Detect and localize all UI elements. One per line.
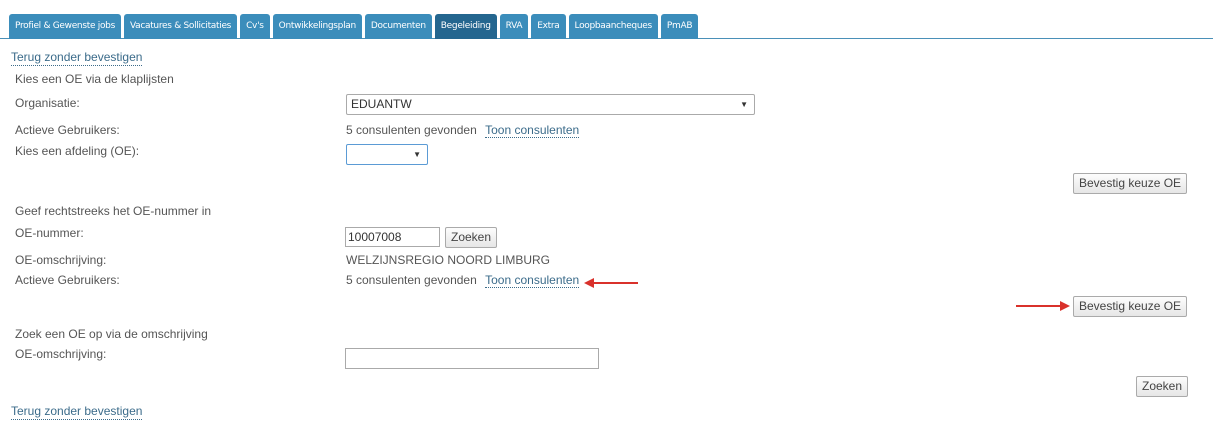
tab-bar: Profiel & Gewenste jobs Vacatures & Soll…: [0, 0, 1213, 39]
tab-documenten[interactable]: Documenten: [364, 14, 432, 39]
tab-begeleiding[interactable]: Begeleiding: [434, 14, 497, 39]
tab-ontwikkelingsplan[interactable]: Ontwikkelingsplan: [272, 14, 362, 39]
oe-desc-search-input[interactable]: [345, 348, 599, 369]
search-desc-button[interactable]: Zoeken: [1136, 376, 1189, 397]
annotation-arrow-left-icon: [584, 278, 638, 288]
section2-heading: Geef rechtstreeks het OE-nummer in: [15, 204, 212, 218]
users-label-1: Actieve Gebruikers:: [15, 123, 120, 137]
users-count-1: 5 consulenten gevonden Toon consulenten: [346, 123, 580, 138]
confirm-oe-button-1[interactable]: Bevestig keuze OE: [1073, 173, 1188, 194]
dept-select[interactable]: ▼: [346, 144, 428, 165]
chevron-down-icon: ▼: [740, 100, 748, 109]
org-select-value: EDUANTW: [351, 97, 412, 111]
chevron-down-icon: ▼: [413, 150, 421, 159]
org-select[interactable]: EDUANTW ▼: [346, 94, 755, 115]
tab-loopbaancheques[interactable]: Loopbaancheques: [568, 14, 658, 39]
back-link-top[interactable]: Terug zonder bevestigen: [11, 50, 143, 66]
tab-list: Profiel & Gewenste jobs Vacatures & Soll…: [9, 14, 701, 39]
org-label: Organisatie:: [15, 96, 80, 110]
show-consultants-link-2[interactable]: Toon consulenten: [485, 273, 580, 288]
tab-rva[interactable]: RVA: [499, 14, 529, 39]
section1-heading: Kies een OE via de klaplijsten: [15, 72, 174, 86]
tab-profiel[interactable]: Profiel & Gewenste jobs: [9, 14, 121, 39]
users-label-2: Actieve Gebruikers:: [15, 273, 120, 287]
show-consultants-link-1[interactable]: Toon consulenten: [485, 123, 580, 138]
oe-desc-value: WELZIJNSREGIO NOORD LIMBURG: [346, 253, 551, 267]
search-number-button[interactable]: Zoeken: [445, 227, 498, 248]
tab-pmab[interactable]: PmAB: [660, 14, 699, 39]
tab-vacatures[interactable]: Vacatures & Sollicitaties: [123, 14, 238, 39]
annotation-arrow-right-icon: [1016, 301, 1070, 311]
back-link-bottom[interactable]: Terug zonder bevestigen: [11, 404, 143, 420]
dept-label: Kies een afdeling (OE):: [15, 144, 140, 158]
oe-desc-label-3: OE-omschrijving:: [15, 347, 107, 361]
users-count-text-2: 5 consulenten gevonden: [346, 273, 477, 287]
users-count-text-1: 5 consulenten gevonden: [346, 123, 477, 137]
confirm-oe-button-2[interactable]: Bevestig keuze OE: [1073, 296, 1188, 317]
tab-extra[interactable]: Extra: [531, 14, 566, 39]
oe-number-input[interactable]: 10007008: [345, 227, 440, 247]
tab-cvs[interactable]: Cv's: [240, 14, 270, 39]
section3-heading: Zoek een OE op via de omschrijving: [15, 327, 208, 341]
oe-desc-label-2: OE-omschrijving:: [15, 253, 107, 267]
users-count-2: 5 consulenten gevonden Toon consulenten: [346, 273, 580, 288]
oe-number-label: OE-nummer:: [15, 226, 84, 240]
